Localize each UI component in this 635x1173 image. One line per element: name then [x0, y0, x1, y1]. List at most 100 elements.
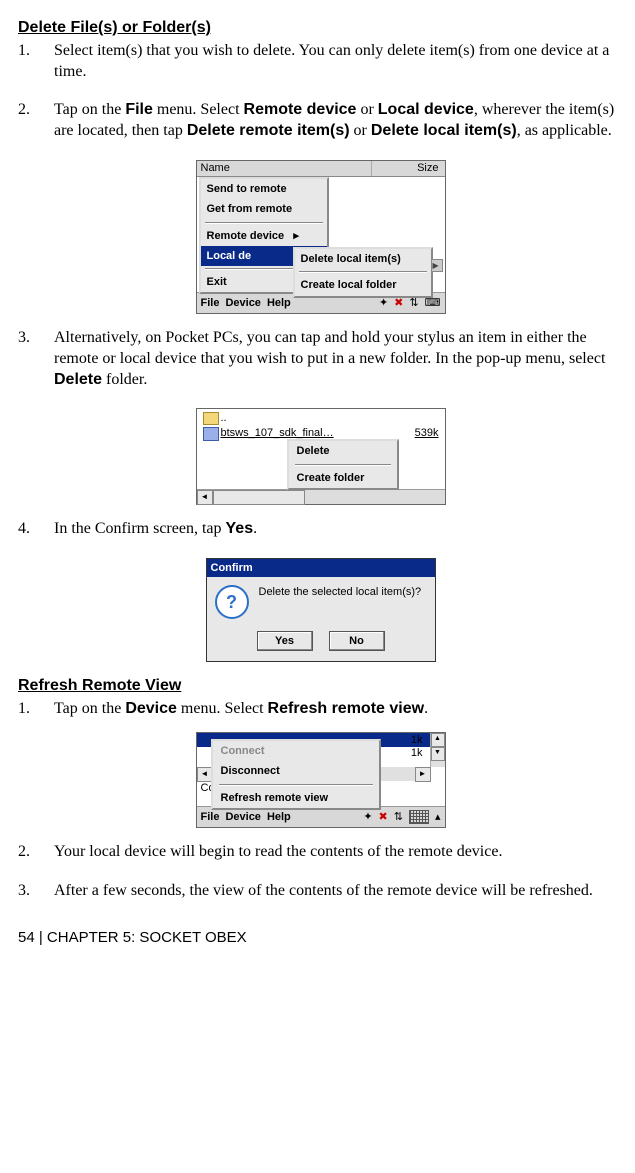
up-caret-icon[interactable]: ▴: [435, 810, 441, 824]
heading-refresh: Refresh Remote View: [18, 676, 623, 697]
transfer-icon[interactable]: ⇅: [394, 810, 403, 824]
step-1: 1. Select item(s) that you wish to delet…: [18, 41, 623, 83]
keyboard-icon[interactable]: ⌨: [425, 296, 441, 310]
col-name[interactable]: Name: [197, 161, 372, 175]
vscrollbar[interactable]: ▲ ▼: [430, 733, 445, 767]
chevron-right-icon: ▸: [293, 230, 299, 242]
t: .: [424, 700, 428, 717]
no-button[interactable]: No: [329, 631, 385, 651]
connect-icon[interactable]: ✦: [379, 296, 388, 310]
screenshot-confirm-dialog: Confirm ? Delete the selected local item…: [206, 558, 436, 662]
step-text: Tap on the Device menu. Select Refresh r…: [54, 699, 623, 720]
separator: [219, 784, 373, 786]
label: Remote device: [207, 230, 285, 242]
t: Device: [125, 700, 177, 717]
ctx-delete[interactable]: Delete: [289, 441, 397, 461]
step-2: 2. Tap on the File menu. Select Remote d…: [18, 100, 623, 142]
transfer-icon[interactable]: ⇅: [409, 296, 418, 310]
label: Local de: [207, 249, 252, 263]
ctx-create-folder[interactable]: Create folder: [289, 468, 397, 488]
scroll-right-icon[interactable]: ►: [415, 767, 431, 782]
menu-refresh-remote-view[interactable]: Refresh remote view: [213, 788, 379, 808]
t: Tap on the: [54, 700, 125, 717]
list-header: Name Size: [197, 161, 445, 177]
menu-connect[interactable]: Connect: [213, 741, 379, 761]
step-num: 3.: [18, 881, 54, 902]
menu-delete-local-items[interactable]: Delete local item(s): [295, 249, 431, 269]
question-icon: ?: [215, 585, 249, 619]
local-submenu: Delete local item(s) Create local folder: [293, 247, 433, 298]
step-num: 2.: [18, 842, 54, 863]
scroll-down-icon[interactable]: ▼: [431, 747, 445, 761]
parent-folder-row[interactable]: ..: [203, 411, 227, 425]
file-icon: [203, 427, 219, 441]
t: .: [253, 520, 257, 537]
scroll-thumb[interactable]: [213, 490, 305, 505]
toolbar-file[interactable]: File: [201, 810, 220, 824]
scroll-left-icon[interactable]: ◄: [197, 490, 213, 505]
file-size: 1k: [411, 746, 423, 760]
yes-button[interactable]: Yes: [257, 631, 313, 651]
dialog-title: Confirm: [207, 559, 435, 577]
step-text: Tap on the File menu. Select Remote devi…: [54, 100, 623, 142]
t: Local device: [378, 101, 474, 118]
step-num: 1.: [18, 699, 54, 720]
page-footer: 54 | CHAPTER 5: SOCKET OBEX: [18, 928, 623, 948]
toolbar-help[interactable]: Help: [267, 296, 291, 310]
step-num: 3.: [18, 328, 54, 390]
connect-icon[interactable]: ✦: [363, 810, 372, 824]
t: In the Confirm screen, tap: [54, 520, 226, 537]
toolbar-file[interactable]: File: [201, 296, 220, 310]
dialog-message: Delete the selected local item(s)?: [259, 585, 422, 599]
keyboard-icon[interactable]: [409, 810, 429, 824]
context-menu: Delete Create folder: [287, 439, 399, 490]
screenshot-context-menu: .. btsws_107_sdk_final… 539k Delete Crea…: [196, 408, 446, 505]
step-text: Alternatively, on Pocket PCs, you can ta…: [54, 328, 623, 390]
col-size[interactable]: Size: [372, 161, 445, 175]
toolbar-help[interactable]: Help: [267, 810, 291, 824]
disconnect-icon[interactable]: ✖: [379, 810, 388, 824]
hscrollbar[interactable]: ◄: [197, 489, 445, 504]
step-text: Select item(s) that you wish to delete. …: [54, 41, 623, 83]
scroll-up-icon[interactable]: ▲: [431, 733, 445, 747]
menu-create-local-folder[interactable]: Create local folder: [295, 275, 431, 295]
delete-steps-cont2: 4. In the Confirm screen, tap Yes.: [18, 519, 623, 540]
t: Tap on the: [54, 101, 125, 118]
t: menu. Select: [177, 700, 268, 717]
t: or: [356, 101, 377, 118]
delete-steps-cont: 3. Alternatively, on Pocket PCs, you can…: [18, 328, 623, 390]
refresh-steps-cont: 2. Your local device will begin to read …: [18, 842, 623, 902]
step-text: In the Confirm screen, tap Yes.: [54, 519, 623, 540]
toolbar-device[interactable]: Device: [225, 296, 260, 310]
menu-disconnect[interactable]: Disconnect: [213, 761, 379, 781]
t: Refresh remote view: [268, 700, 425, 717]
step-2: 2. Your local device will begin to read …: [18, 842, 623, 863]
step-3: 3. After a few seconds, the view of the …: [18, 881, 623, 902]
t: Delete: [54, 371, 102, 388]
t: File: [125, 101, 153, 118]
refresh-steps: 1. Tap on the Device menu. Select Refres…: [18, 699, 623, 720]
t: folder.: [102, 371, 147, 388]
folder-icon: [203, 412, 219, 425]
menu-remote-device[interactable]: Remote device ▸: [201, 226, 327, 246]
delete-steps: 1. Select item(s) that you wish to delet…: [18, 41, 623, 142]
screenshot-device-menu: 1k 1k ▲ ▼ ◄ ► Con Connect Disconnect Ref…: [196, 732, 446, 828]
separator: [205, 222, 323, 224]
menu-send-to-remote[interactable]: Send to remote: [201, 179, 327, 199]
t: Alternatively, on Pocket PCs, you can ta…: [54, 329, 605, 367]
step-num: 1.: [18, 41, 54, 83]
step-num: 4.: [18, 519, 54, 540]
t: Yes: [226, 520, 254, 537]
separator: [295, 464, 391, 466]
scroll-right-icon[interactable]: [431, 259, 443, 272]
toolbar-device[interactable]: Device: [225, 810, 260, 824]
device-menu-popup: Connect Disconnect Refresh remote view: [211, 739, 381, 810]
step-1: 1. Tap on the Device menu. Select Refres…: [18, 699, 623, 720]
t: Remote device: [244, 101, 357, 118]
step-num: 2.: [18, 100, 54, 142]
disconnect-icon[interactable]: ✖: [394, 296, 403, 310]
folder-label: ..: [221, 411, 227, 425]
menu-get-from-remote[interactable]: Get from remote: [201, 199, 327, 219]
t: Delete local item(s): [371, 122, 517, 139]
t: , as applicable.: [517, 122, 612, 139]
